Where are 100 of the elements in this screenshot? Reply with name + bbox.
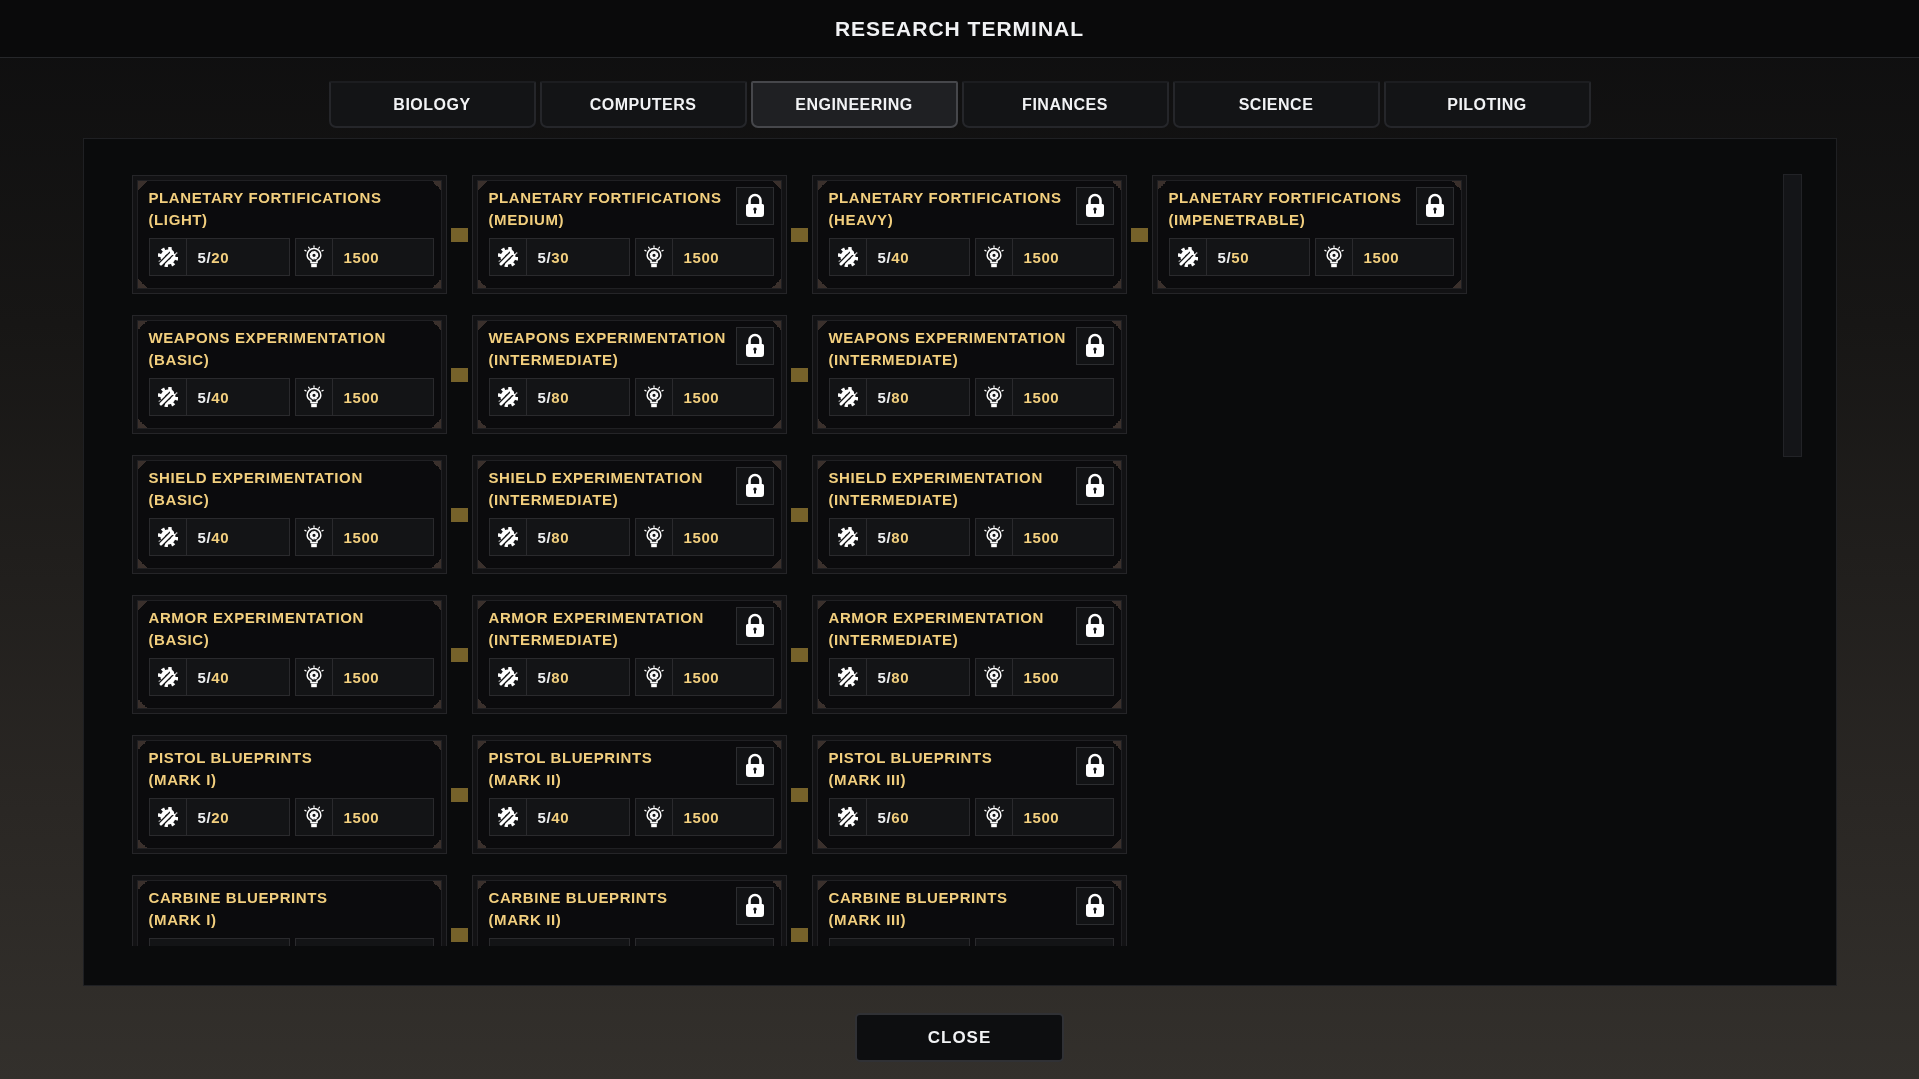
research-card[interactable]: PISTOL BLUEPRINTS (MARK I) 5/20 1500 xyxy=(131,735,447,854)
progress-value: 5/30 xyxy=(536,248,570,266)
wrench-gear-icon xyxy=(495,525,520,549)
research-card[interactable]: PLANETARY FORTIFICATIONS (HEAVY) 5/40 1500 xyxy=(811,175,1127,294)
research-card[interactable]: WEAPONS EXPERIMENTATION (INTERMEDIATE) 5/80 1500 xyxy=(471,315,787,434)
research-card[interactable]: ARMOR EXPERIMENTATION (BASIC) 5/40 1500 xyxy=(131,595,447,714)
research-card[interactable]: SHIELD EXPERIMENTATION (BASIC) 5/40 1500 xyxy=(131,455,447,574)
cost-value: 1500 xyxy=(1022,528,1060,546)
progress-value: 5/60 xyxy=(876,808,910,826)
wrench-gear-icon xyxy=(835,245,860,269)
research-card[interactable]: PISTOL BLUEPRINTS (MARK II) 5/40 1500 xyxy=(471,735,787,854)
scrollbar[interactable] xyxy=(1782,174,1802,457)
research-card[interactable]: PLANETARY FORTIFICATIONS (LIGHT) 5/20 1500 xyxy=(131,175,447,294)
research-title: PISTOL BLUEPRINTS (MARK I) xyxy=(148,748,314,790)
progress-value: 5/20 xyxy=(196,808,230,826)
wrench-gear-icon xyxy=(155,525,180,549)
progress-value: 5/40 xyxy=(196,528,230,546)
research-title: PLANETARY FORTIFICATIONS (HEAVY) xyxy=(828,188,1063,230)
lightbulb-icon xyxy=(981,245,1006,269)
cost-value: 1500 xyxy=(1022,248,1060,266)
category-tab[interactable]: ENGINEERING xyxy=(750,81,958,128)
category-tab[interactable]: BIOLOGY xyxy=(328,81,536,128)
lightbulb-icon xyxy=(641,525,666,549)
research-title: WEAPONS EXPERIMENTATION (INTERMEDIATE) xyxy=(488,328,727,370)
research-card[interactable]: WEAPONS EXPERIMENTATION (INTERMEDIATE) 5/80 1500 xyxy=(811,315,1127,434)
research-card[interactable]: CARBINE BLUEPRINTS (MARK I) xyxy=(131,875,447,946)
wrench-gear-icon xyxy=(495,805,520,829)
progress-value: 5/20 xyxy=(196,248,230,266)
lightbulb-icon xyxy=(301,385,326,409)
research-card[interactable]: SHIELD EXPERIMENTATION (INTERMEDIATE) 5/80 1500 xyxy=(811,455,1127,574)
research-title: PLANETARY FORTIFICATIONS (LIGHT) xyxy=(148,188,383,230)
category-tab[interactable]: FINANCES xyxy=(961,81,1169,128)
cost-value: 1500 xyxy=(342,668,380,686)
cost-value: 1500 xyxy=(342,248,380,266)
research-card[interactable]: PLANETARY FORTIFICATIONS (IMPENETRABLE) 5/50 1500 xyxy=(1151,175,1467,294)
category-tab[interactable]: SCIENCE xyxy=(1172,81,1380,128)
progress-value: 5/80 xyxy=(536,528,570,546)
cost-value: 1500 xyxy=(1022,388,1060,406)
cost-value: 1500 xyxy=(682,528,720,546)
lightbulb-icon xyxy=(641,385,666,409)
lightbulb-icon xyxy=(981,385,1006,409)
wrench-gear-icon xyxy=(155,665,180,689)
lightbulb-icon xyxy=(301,665,326,689)
research-title: CARBINE BLUEPRINTS (MARK II) xyxy=(488,888,669,930)
research-title: SHIELD EXPERIMENTATION (BASIC) xyxy=(148,468,364,510)
wrench-gear-icon xyxy=(495,385,520,409)
research-title: ARMOR EXPERIMENTATION (INTERMEDIATE) xyxy=(828,608,1045,650)
lightbulb-icon xyxy=(301,805,326,829)
research-card[interactable]: CARBINE BLUEPRINTS (MARK II) xyxy=(471,875,787,946)
research-card[interactable]: WEAPONS EXPERIMENTATION (BASIC) 5/40 1500 xyxy=(131,315,447,434)
wrench-gear-icon xyxy=(495,245,520,269)
category-tab[interactable]: PILOTING xyxy=(1383,81,1591,128)
cost-value: 1500 xyxy=(1022,808,1060,826)
cost-value: 1500 xyxy=(682,668,720,686)
wrench-gear-icon xyxy=(835,385,860,409)
lightbulb-icon xyxy=(981,805,1006,829)
research-title: SHIELD EXPERIMENTATION (INTERMEDIATE) xyxy=(488,468,704,510)
lightbulb-icon xyxy=(1321,245,1346,269)
lightbulb-icon xyxy=(641,805,666,829)
lightbulb-icon xyxy=(301,525,326,549)
progress-value: 5/80 xyxy=(536,668,570,686)
wrench-gear-icon xyxy=(155,385,180,409)
research-title: CARBINE BLUEPRINTS (MARK I) xyxy=(148,888,329,930)
research-card[interactable]: PLANETARY FORTIFICATIONS (MEDIUM) 5/30 1500 xyxy=(471,175,787,294)
progress-value: 5/40 xyxy=(536,808,570,826)
progress-value: 5/50 xyxy=(1216,248,1250,266)
research-title: PLANETARY FORTIFICATIONS (IMPENETRABLE) xyxy=(1168,188,1403,230)
research-card[interactable]: PISTOL BLUEPRINTS (MARK III) 5/60 1500 xyxy=(811,735,1127,854)
cost-value: 1500 xyxy=(682,388,720,406)
category-tab[interactable]: COMPUTERS xyxy=(539,81,747,128)
lightbulb-icon xyxy=(641,665,666,689)
research-card[interactable]: ARMOR EXPERIMENTATION (INTERMEDIATE) 5/80 1500 xyxy=(811,595,1127,714)
wrench-gear-icon xyxy=(155,245,180,269)
research-card[interactable]: SHIELD EXPERIMENTATION (INTERMEDIATE) 5/80 1500 xyxy=(471,455,787,574)
close-button[interactable]: CLOSE xyxy=(855,1013,1064,1062)
wrench-gear-icon xyxy=(1175,245,1200,269)
wrench-gear-icon xyxy=(835,805,860,829)
research-card[interactable]: CARBINE BLUEPRINTS (MARK III) xyxy=(811,875,1127,946)
research-title: CARBINE BLUEPRINTS (MARK III) xyxy=(828,888,1009,930)
wrench-gear-icon xyxy=(835,525,860,549)
cost-value: 1500 xyxy=(1022,668,1060,686)
lightbulb-icon xyxy=(981,525,1006,549)
lightbulb-icon xyxy=(981,665,1006,689)
cost-value: 1500 xyxy=(342,528,380,546)
lightbulb-icon xyxy=(301,245,326,269)
wrench-gear-icon xyxy=(495,665,520,689)
progress-value: 5/40 xyxy=(196,668,230,686)
progress-value: 5/80 xyxy=(876,668,910,686)
cost-value: 1500 xyxy=(682,248,720,266)
progress-value: 5/80 xyxy=(876,388,910,406)
research-title: WEAPONS EXPERIMENTATION (INTERMEDIATE) xyxy=(828,328,1067,370)
progress-value: 5/80 xyxy=(536,388,570,406)
cost-value: 1500 xyxy=(682,808,720,826)
cost-value: 1500 xyxy=(1362,248,1400,266)
wrench-gear-icon xyxy=(155,805,180,829)
research-title: PISTOL BLUEPRINTS (MARK II) xyxy=(488,748,654,790)
progress-value: 5/40 xyxy=(196,388,230,406)
cost-value: 1500 xyxy=(342,808,380,826)
research-title: SHIELD EXPERIMENTATION (INTERMEDIATE) xyxy=(828,468,1044,510)
research-card[interactable]: ARMOR EXPERIMENTATION (INTERMEDIATE) 5/80 1500 xyxy=(471,595,787,714)
